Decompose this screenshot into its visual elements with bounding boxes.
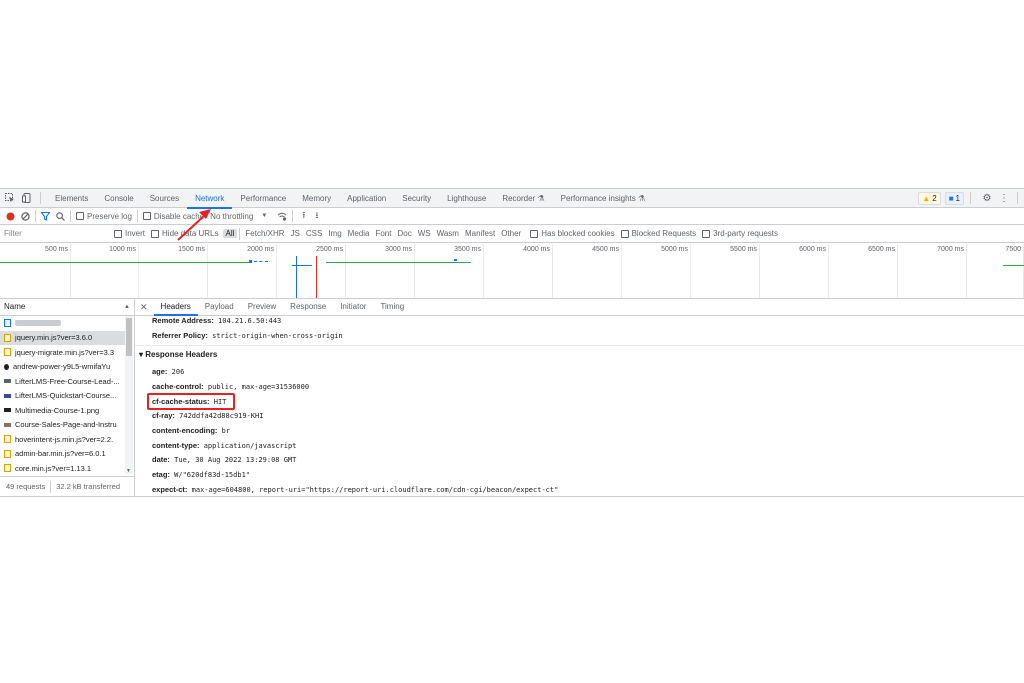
annotation-arrow-icon <box>177 209 211 241</box>
